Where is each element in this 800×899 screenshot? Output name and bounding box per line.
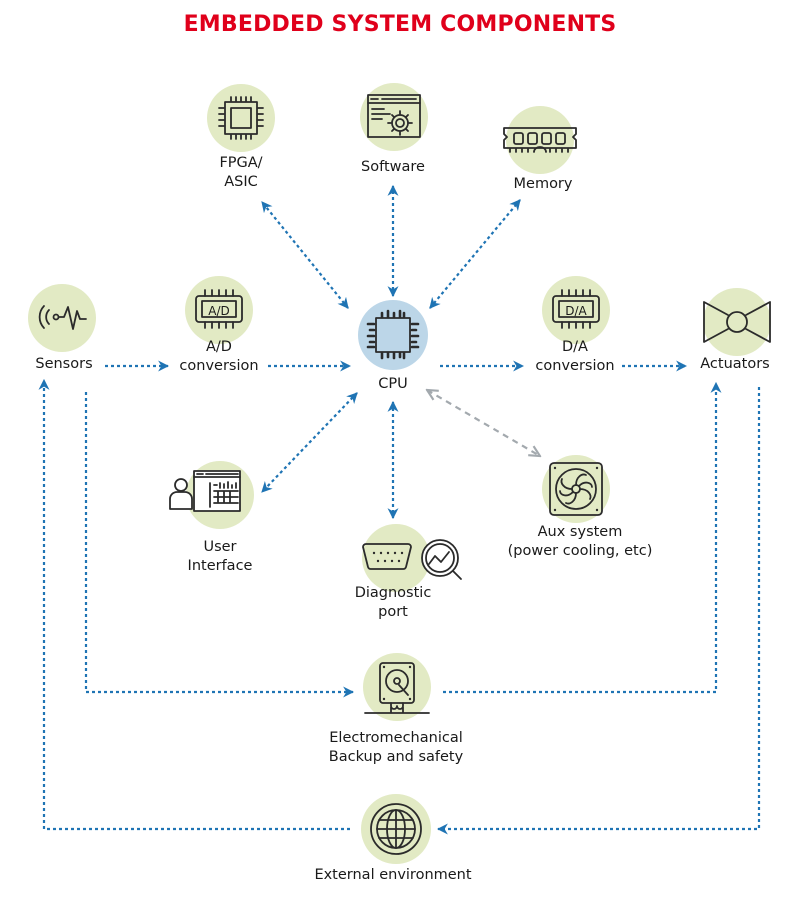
fpga-label-line: ASIC	[224, 174, 258, 190]
globe-icon	[370, 803, 422, 855]
aux-label: Aux system (power cooling, etc)	[508, 523, 653, 561]
fpga-label: FPGA/ ASIC	[219, 154, 262, 192]
da-label: D/A conversion	[535, 338, 614, 376]
cpu-icon	[366, 309, 420, 360]
software-label-line: Software	[361, 159, 425, 175]
cpu-label-line: CPU	[378, 376, 408, 392]
aux-label-line: Aux system	[537, 524, 623, 540]
edge-cpu-ui	[261, 392, 358, 493]
external-label-line: External environment	[314, 867, 472, 883]
ad-label-line: conversion	[179, 358, 259, 374]
edge-external-sensors	[38, 378, 350, 831]
sensors-node-circle	[28, 284, 96, 352]
aux-label-line: (power cooling, etc)	[507, 543, 653, 559]
diag-label-line: port	[378, 604, 408, 620]
memory-label-line: Memory	[513, 176, 573, 192]
fpga-node-circle	[207, 84, 275, 152]
ad-label-line: A/D	[206, 339, 232, 355]
edge-actuators-external	[436, 387, 761, 835]
da-chip-text: D/A	[565, 304, 587, 318]
edge-cpu-memory	[429, 199, 521, 309]
ui-label-line: Interface	[187, 558, 253, 574]
ad-chip-text: A/D	[208, 304, 230, 318]
actuators-node-circle	[703, 288, 771, 356]
ui-label-line: User	[203, 539, 237, 555]
ad-label: A/D conversion	[179, 338, 258, 376]
external-label: External environment	[314, 866, 471, 885]
software-label: Software	[361, 158, 425, 177]
da-label-line: conversion	[535, 358, 615, 374]
memory-label: Memory	[514, 175, 573, 194]
fpga-label-line: FPGA/	[219, 155, 263, 171]
diag-label: Diagnostic port	[355, 584, 432, 622]
memory-node-circle	[506, 106, 574, 174]
backup-label-line: Electromechanical	[329, 730, 463, 746]
actuators-label: Actuators	[700, 355, 769, 374]
da-label-line: D/A	[562, 339, 588, 355]
sensors-label-line: Sensors	[35, 356, 93, 372]
user-interface-icon	[169, 470, 241, 512]
sensors-label: Sensors	[35, 355, 92, 374]
cpu-label: CPU	[378, 375, 407, 394]
backup-label-line: Backup and safety	[328, 749, 464, 765]
backup-label: Electromechanical Backup and safety	[329, 729, 463, 767]
edge-cpu-aux	[427, 390, 540, 456]
ui-label: User Interface	[188, 538, 253, 576]
diag-node-circle	[362, 524, 430, 592]
edge-cpu-fpga	[261, 201, 349, 309]
actuators-label-line: Actuators	[700, 356, 770, 372]
aux-node-circle	[542, 455, 610, 523]
diag-label-line: Diagnostic	[354, 585, 432, 601]
